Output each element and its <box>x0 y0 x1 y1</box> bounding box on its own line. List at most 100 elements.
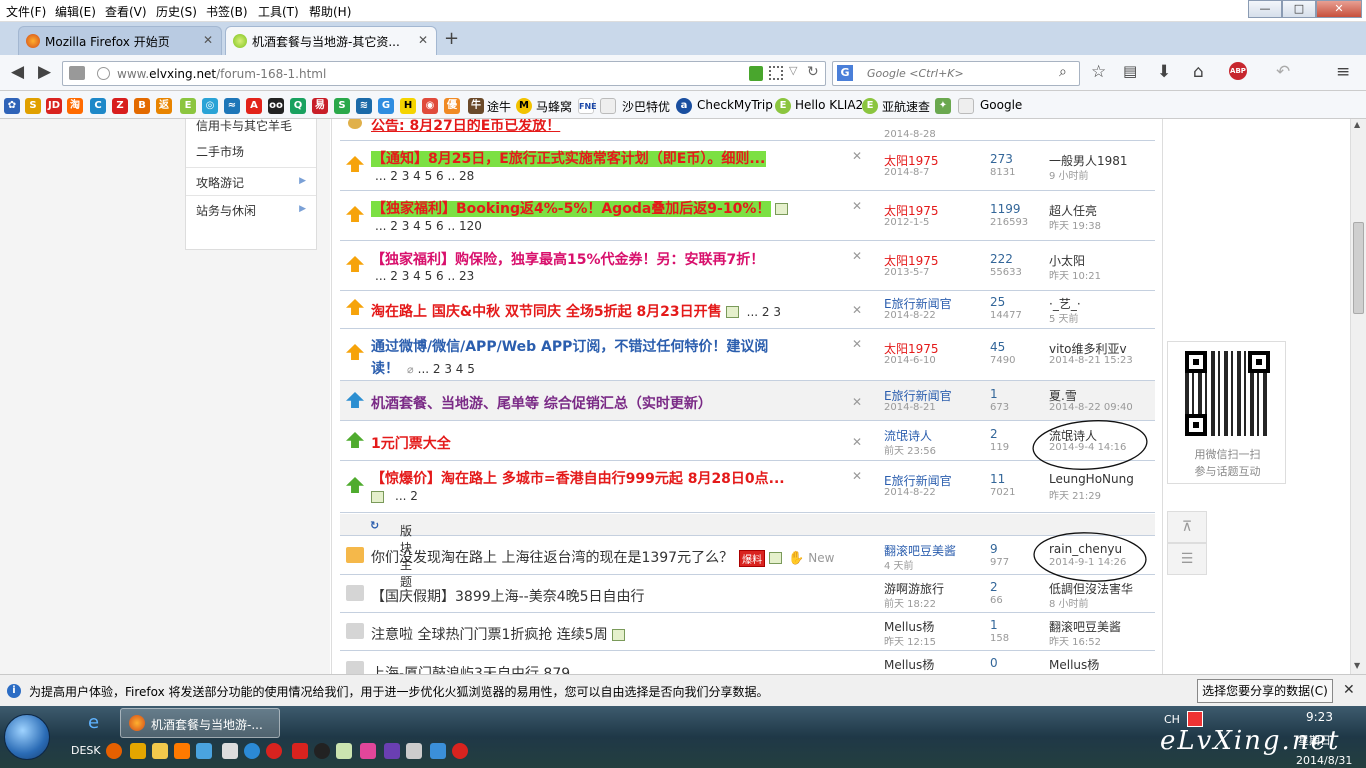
menu-file[interactable]: 文件(F) <box>6 3 46 20</box>
bookmark-mafengwo[interactable]: 马蜂窝 <box>536 98 572 115</box>
app-icon[interactable] <box>336 743 352 759</box>
delete-icon[interactable]: ✕ <box>852 149 862 163</box>
delete-icon[interactable]: ✕ <box>852 303 862 317</box>
elvxing-icon[interactable]: E <box>775 98 791 114</box>
menu-bookmarks[interactable]: 书签(B) <box>206 3 248 20</box>
thread-title[interactable]: 你们没发现淘在路上 上海往返台湾的现在是1397元了么？ <box>371 550 733 566</box>
bookmark-icon[interactable]: Q <box>290 98 306 114</box>
bookmark-icon[interactable]: 易 <box>312 98 328 114</box>
delete-icon[interactable]: ✕ <box>852 395 862 409</box>
page-links[interactable]: ... 2 <box>395 489 418 503</box>
clock-time[interactable]: 9:23 <box>1306 710 1333 724</box>
undo-icon[interactable]: ↶ <box>1276 62 1290 82</box>
last-post-time[interactable]: 昨天 10:21 <box>1049 267 1101 282</box>
page-links[interactable]: ... 2 3 4 5 6 .. 28 <box>375 169 474 183</box>
mafengwo-icon[interactable]: M <box>516 98 532 114</box>
start-button[interactable] <box>4 714 50 760</box>
reply-count[interactable]: 11 <box>990 472 1005 486</box>
home-icon[interactable]: ⌂ <box>1193 62 1204 82</box>
menu-view[interactable]: 查看(V) <box>105 3 147 20</box>
app-icon[interactable] <box>360 743 376 759</box>
app-icon[interactable] <box>244 743 260 759</box>
tuniu-icon[interactable]: 牛 <box>468 98 484 114</box>
bookmark-star-icon[interactable]: ☆ <box>1091 62 1106 82</box>
page-links[interactable]: ... 2 3 <box>747 305 781 319</box>
new-tab-button[interactable]: + <box>444 28 459 49</box>
author[interactable]: Mellus杨 <box>884 656 934 673</box>
reply-count[interactable]: 2 <box>990 427 998 441</box>
thread-title[interactable]: 【国庆假期】3899上海--美奈4晚5日自由行 <box>371 586 645 606</box>
scroll-down-icon[interactable]: ▼ <box>1354 661 1360 670</box>
table-row[interactable]: 公告: 8月27日的E币已发放！ 2014-8-28 <box>340 119 1155 141</box>
forward-arrow-icon[interactable]: ▶ <box>38 62 51 82</box>
delete-icon[interactable]: ✕ <box>852 199 862 213</box>
thread-title[interactable]: 公告: 8月27日的E币已发放！ <box>371 119 560 135</box>
search-icon[interactable]: ⌕ <box>1059 64 1067 80</box>
reading-list-icon[interactable]: ▤ <box>1123 62 1137 80</box>
thread-title-continued[interactable]: 读！ <box>371 361 399 377</box>
z-icon[interactable]: Z <box>112 98 128 114</box>
scroll-up-icon[interactable]: ▲ <box>1354 120 1360 129</box>
site-list-icon[interactable] <box>69 66 85 80</box>
reply-count[interactable]: 1 <box>990 618 998 632</box>
checkmytrip-icon[interactable]: a <box>676 98 692 114</box>
last-post-time[interactable]: 昨天 16:52 <box>1049 633 1101 648</box>
bookmark-icon[interactable]: 優 <box>444 98 460 114</box>
page-links[interactable]: ... 2 3 4 5 6 .. 120 <box>375 219 482 233</box>
page-icon[interactable] <box>958 98 974 114</box>
clock-date[interactable]: 2014/8/31 <box>1296 754 1352 767</box>
shield-icon[interactable] <box>749 66 763 81</box>
sidebar-item-guides[interactable]: 攻略游记 <box>196 174 244 191</box>
qrcode-icon[interactable] <box>769 66 783 80</box>
close-notification-icon[interactable]: ✕ <box>1343 682 1355 698</box>
app-icon[interactable] <box>174 743 190 759</box>
google-images-icon[interactable]: ✦ <box>935 98 951 114</box>
back-to-top-button[interactable]: ⊼ <box>1167 511 1207 543</box>
thread-title[interactable]: 【独家福利】购保险，独享最高15%代金券！另：安联再7折！ <box>371 249 764 269</box>
reply-count[interactable]: 9 <box>990 542 998 556</box>
delete-icon[interactable]: ✕ <box>852 337 862 351</box>
desk-label[interactable]: DESK <box>71 744 101 757</box>
back-arrow-icon[interactable]: ◀ <box>11 62 24 82</box>
bookmark-icon[interactable]: G <box>378 98 394 114</box>
thread-title[interactable]: 注意啦 全球热门门票1折疯抢 连续5周 <box>371 627 608 643</box>
search-bar[interactable]: G Google <Ctrl+K> ⌕ <box>832 61 1080 86</box>
reply-count[interactable]: 45 <box>990 340 1005 354</box>
reply-count[interactable]: 1199 <box>990 202 1021 216</box>
reply-count[interactable]: 1 <box>990 387 998 401</box>
app-icon[interactable] <box>452 743 468 759</box>
url-text[interactable]: www.elvxing.net/forum-168-1.html <box>117 67 326 81</box>
app-icon[interactable] <box>292 743 308 759</box>
thread-title[interactable]: 通过微博/微信/APP/Web APP订阅，不错过任何特价！建议阅 <box>371 336 768 356</box>
tray-app-icon[interactable] <box>1187 711 1203 727</box>
delete-icon[interactable]: ✕ <box>852 435 862 449</box>
dropdown-icon[interactable]: ▽ <box>789 64 797 77</box>
close-tab-icon[interactable]: ✕ <box>203 33 213 47</box>
firefox-icon[interactable] <box>106 743 122 759</box>
last-post-time[interactable]: 昨天 21:29 <box>1049 487 1101 502</box>
elvxing-icon[interactable]: E <box>180 98 196 114</box>
thread-title[interactable]: 淘在路上 国庆&中秋 双节同庆 全场5折起 8月23日开售 <box>371 304 722 320</box>
thread-title[interactable]: 【通知】8月25日，E旅行正式实施常客计划（即E币）。细则... <box>371 151 767 167</box>
tab-firefox-start[interactable]: Mozilla Firefox 开始页 ✕ <box>18 26 222 55</box>
table-row[interactable]: 【独家福利】Booking返4%-5%！Agoda叠加后返9-10%！ ... … <box>340 191 1155 241</box>
delete-icon[interactable]: ✕ <box>852 249 862 263</box>
bookmark-checkmytrip[interactable]: CheckMyTrip <box>697 98 773 112</box>
reply-count[interactable]: 0 <box>990 656 998 670</box>
menu-hamburger-icon[interactable]: ≡ <box>1336 62 1350 82</box>
app-icon[interactable] <box>406 743 422 759</box>
table-row[interactable]: 【独家福利】购保险，独享最高15%代金券！另：安联再7折！ ... 2 3 4 … <box>340 241 1155 291</box>
bookmark-tuniu[interactable]: 途牛 <box>487 98 511 115</box>
delete-icon[interactable]: ✕ <box>852 469 862 483</box>
app-icon[interactable] <box>196 743 212 759</box>
choose-data-button[interactable]: 选择您要分享的数据(C) <box>1197 679 1333 703</box>
bookmark-icon[interactable]: ◎ <box>202 98 218 114</box>
visual-studio-icon[interactable] <box>384 743 400 759</box>
menu-help[interactable]: 帮助(H) <box>309 3 351 20</box>
bookmark-google[interactable]: Google <box>980 98 1022 112</box>
elvxing-icon[interactable]: E <box>862 98 878 114</box>
tripadvisor-icon[interactable]: oo <box>268 98 284 114</box>
bookmark-icon[interactable]: B <box>134 98 150 114</box>
last-post-time[interactable]: 昨天 19:38 <box>1049 217 1101 232</box>
reply-count[interactable]: 222 <box>990 252 1013 266</box>
